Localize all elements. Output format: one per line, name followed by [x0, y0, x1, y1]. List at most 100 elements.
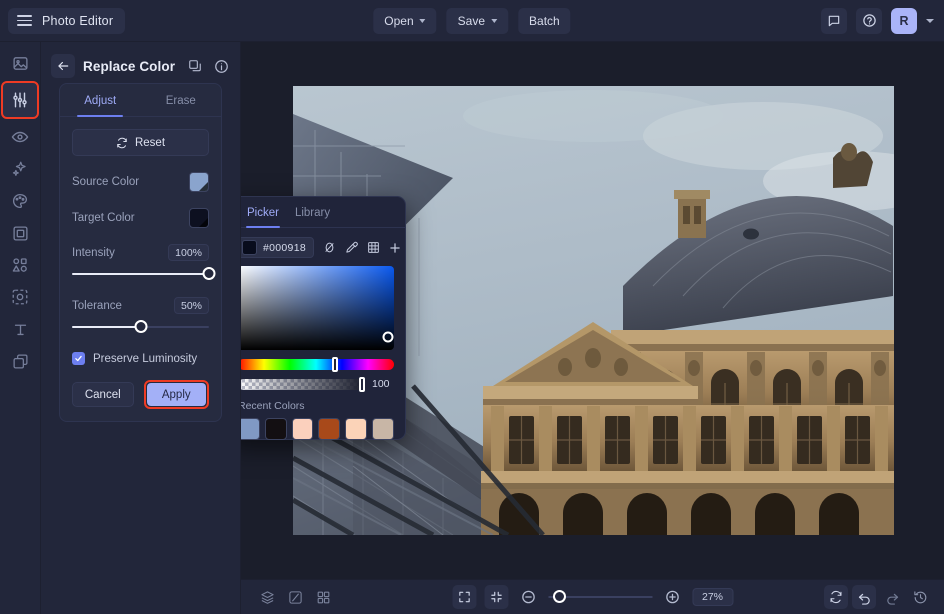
tolerance-knob[interactable]: [134, 320, 147, 333]
hamburger-icon[interactable]: [17, 15, 32, 26]
check-icon: [75, 355, 82, 362]
top-bar-left: Photo Editor: [0, 7, 126, 34]
tab-erase[interactable]: Erase: [141, 84, 222, 116]
intensity-control: Intensity 100%: [72, 244, 216, 281]
swatch-grid-button[interactable]: [364, 238, 383, 257]
top-bar-actions: Open Save Batch: [373, 7, 571, 34]
brand-menu-button[interactable]: Photo Editor: [8, 7, 126, 34]
rail-item-effects[interactable]: [5, 285, 35, 309]
eyedropper-icon: [346, 241, 358, 253]
back-button[interactable]: [51, 54, 75, 78]
bottom-bar-right: [824, 585, 932, 609]
rail-item-text[interactable]: [5, 317, 35, 341]
source-color-row: Source Color: [72, 172, 209, 192]
recent-color-chip[interactable]: [372, 418, 394, 440]
rail-item-image[interactable]: [5, 51, 35, 75]
eyedropper-button[interactable]: [342, 238, 361, 257]
rail-item-adjustments[interactable]: [1, 81, 39, 119]
zoom-slider[interactable]: [547, 590, 652, 604]
zoom-controls: 27%: [451, 585, 734, 609]
palette-icon: [12, 193, 28, 209]
intensity-slider[interactable]: [72, 267, 216, 281]
recent-color-chip[interactable]: [241, 418, 260, 440]
layers-icon: [12, 353, 28, 369]
image-icon: [12, 56, 28, 70]
alpha-knob[interactable]: [359, 376, 366, 392]
fit-screen-button[interactable]: [451, 585, 476, 609]
recent-color-chip[interactable]: [291, 418, 314, 440]
no-color-button[interactable]: [320, 238, 339, 257]
layers-stack-button[interactable]: [255, 585, 279, 609]
picker-icon-row: [320, 238, 405, 257]
recent-color-chip[interactable]: [264, 418, 287, 440]
grid-view-button[interactable]: [311, 585, 335, 609]
panel-actions: Cancel Apply: [72, 380, 209, 409]
tab-adjust[interactable]: Adjust: [60, 84, 141, 116]
zoom-in-button[interactable]: [660, 585, 684, 609]
bottom-bar: 27%: [241, 579, 944, 614]
page-title: Replace Color: [83, 58, 176, 74]
hue-knob[interactable]: [331, 357, 338, 372]
history-button[interactable]: [908, 585, 932, 609]
zoom-in-icon: [665, 590, 679, 604]
compare-button[interactable]: [283, 585, 307, 609]
app-title: Photo Editor: [42, 13, 114, 28]
panel-controls: Reset Source Color Target Color Intensit…: [60, 117, 221, 409]
comment-icon: [828, 15, 840, 26]
hex-field[interactable]: #000918: [241, 237, 314, 258]
zoom-knob[interactable]: [552, 590, 566, 603]
redo-button[interactable]: [880, 585, 904, 609]
open-button[interactable]: Open: [373, 7, 437, 34]
source-color-swatch[interactable]: [189, 172, 209, 192]
tab-picker[interactable]: Picker: [241, 197, 287, 228]
rail-item-color[interactable]: [5, 189, 35, 213]
intensity-knob[interactable]: [202, 267, 216, 280]
tolerance-fill: [72, 326, 141, 328]
avatar-chevron-down-icon[interactable]: [926, 18, 934, 23]
hue-slider[interactable]: [241, 357, 394, 372]
rail-item-frame[interactable]: [5, 221, 35, 245]
avatar[interactable]: R: [891, 7, 917, 34]
rail-item-enhance[interactable]: [5, 157, 35, 181]
recent-color-chip[interactable]: [318, 418, 341, 440]
side-panel: Replace Color Adjust Erase Reset Source …: [41, 42, 241, 614]
preserve-luminosity-row[interactable]: Preserve Luminosity: [72, 352, 209, 365]
history-icon: [913, 590, 926, 603]
canvas-area[interactable]: Picker Library #000918 100 Recent Colors: [241, 42, 944, 579]
preserve-luminosity-checkbox[interactable]: [72, 352, 85, 365]
app-window: Photo Editor Open Save Batch R Replace C…: [0, 0, 944, 614]
zoom-out-button[interactable]: [516, 585, 540, 609]
recent-color-chip[interactable]: [345, 418, 368, 440]
batch-button[interactable]: Batch: [518, 7, 571, 34]
cancel-button[interactable]: Cancel: [72, 382, 134, 407]
chevron-down-icon: [491, 19, 498, 23]
arrow-left-icon: [58, 61, 69, 71]
saturation-knob[interactable]: [382, 331, 394, 343]
recent-colors-label: Recent Colors: [241, 400, 305, 412]
undo-button[interactable]: [852, 585, 876, 609]
panel-tabs: Adjust Erase: [60, 84, 221, 117]
actual-size-button[interactable]: [483, 585, 508, 609]
apply-button[interactable]: Apply: [146, 383, 206, 406]
sparkles-icon: [12, 161, 26, 176]
help-button[interactable]: [856, 7, 882, 34]
comment-button[interactable]: [821, 7, 847, 34]
save-button[interactable]: Save: [446, 7, 509, 34]
rail-item-visibility[interactable]: [5, 125, 35, 149]
saturation-value-area[interactable]: [241, 266, 394, 350]
tab-library[interactable]: Library: [287, 197, 338, 227]
rotate-button[interactable]: [824, 585, 848, 609]
grid-icon: [368, 242, 379, 253]
duplicate-button[interactable]: [186, 57, 204, 75]
zoom-level-value[interactable]: 27%: [691, 588, 734, 606]
target-color-swatch[interactable]: [189, 208, 209, 228]
color-picker-popup[interactable]: Picker Library #000918 100 Recent Colors: [241, 196, 406, 440]
alpha-slider[interactable]: [241, 376, 366, 392]
rail-item-shapes[interactable]: [5, 253, 35, 277]
reset-button[interactable]: Reset: [72, 129, 209, 156]
add-color-button[interactable]: [386, 238, 405, 257]
info-button[interactable]: [212, 57, 230, 75]
bottom-bar-left: [241, 585, 335, 609]
tolerance-slider[interactable]: [72, 320, 209, 334]
rail-item-layers[interactable]: [5, 349, 35, 373]
